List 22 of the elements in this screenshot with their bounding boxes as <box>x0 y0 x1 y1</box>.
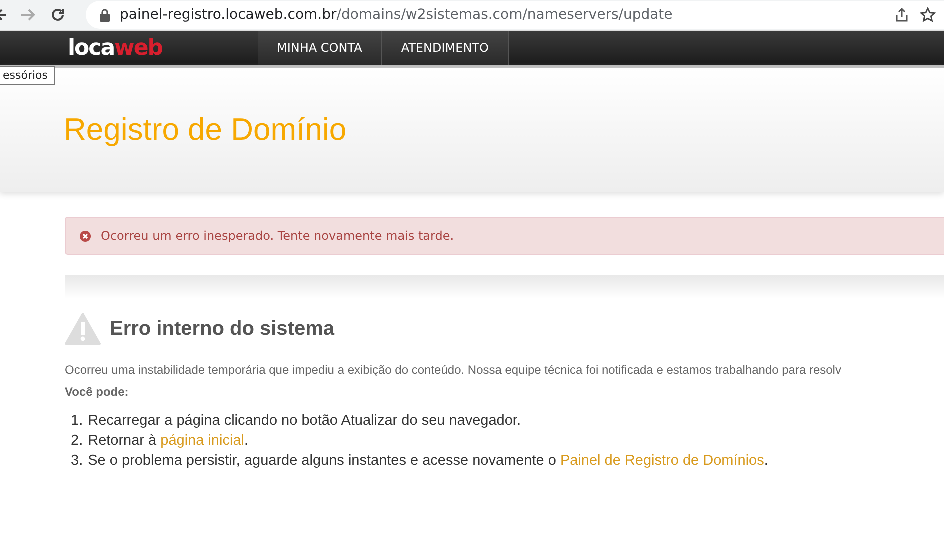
lock-icon <box>100 8 110 22</box>
alert-message: Ocorreu um erro inesperado. Tente novamente mais tarde. <box>101 229 454 243</box>
locaweb-logo[interactable]: locaweb <box>0 31 258 65</box>
error-title: Erro interno do sistema <box>110 318 334 340</box>
address-bar[interactable]: painel-registro.locaweb.com.br/domains/w2sistemas.com/nameservers/update <box>86 1 944 29</box>
error-icon <box>80 230 91 242</box>
step-text: Retornar à página inicial. <box>88 433 249 449</box>
nav-item[interactable]: ATENDIMENTO <box>382 31 509 65</box>
warning-icon <box>65 313 101 345</box>
nav-item[interactable]: MINHA CONTA <box>258 31 382 65</box>
step-number: 2. <box>71 433 84 449</box>
step-number: 1. <box>71 413 84 429</box>
reload-icon[interactable] <box>50 7 66 23</box>
page-title: Registro de Domínio <box>64 112 347 148</box>
error-description: Ocorreu uma instabilidade temporária que impediu a exibição do conteúdo. Nossa equipe técnica foi notificada e estamos trabalhando para resolv <box>65 363 842 377</box>
step-number: 3. <box>71 453 84 469</box>
star-icon[interactable] <box>920 7 936 23</box>
share-icon[interactable] <box>894 7 910 23</box>
step-text: Se o problema persistir, aguarde alguns instantes e acesse novamente o Painel de Registro de Domínios. <box>88 453 768 469</box>
options-label: Você pode: <box>65 385 130 399</box>
step-text: Recarregar a página clicando no botão Atualizar do seu navegador. <box>88 413 521 429</box>
tooltip: essórios <box>0 66 55 85</box>
